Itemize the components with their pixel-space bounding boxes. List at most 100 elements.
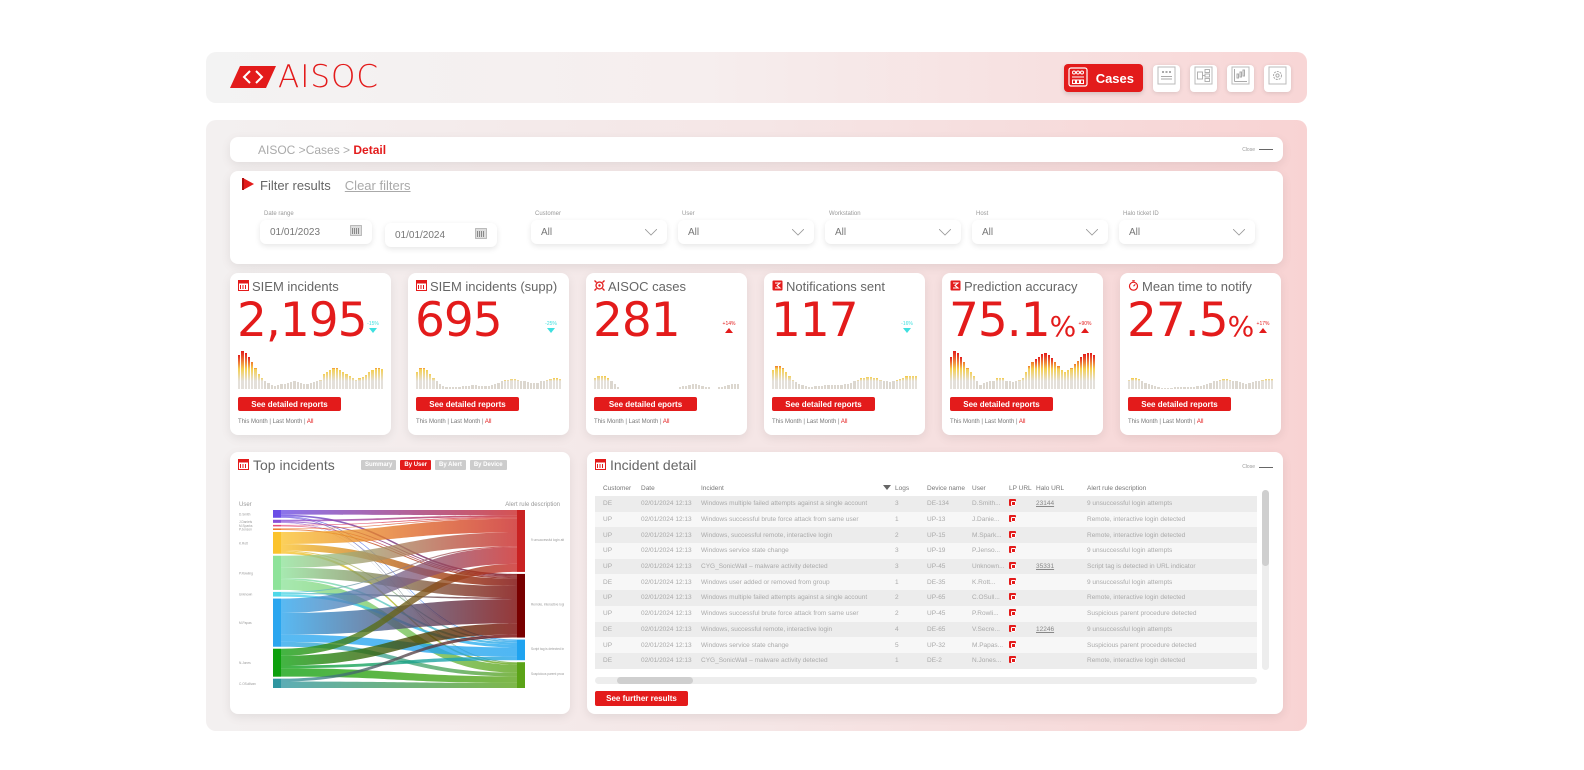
table-row[interactable]: UP 02/01/2024 12:13 CYG_SonicWall – malwar… — [595, 558, 1257, 575]
col-customer[interactable]: Customer — [595, 485, 641, 492]
sankey-user-node[interactable] — [273, 524, 281, 527]
pdf-link-icon[interactable] — [1009, 577, 1016, 585]
horizontal-scrollbar[interactable] — [595, 677, 1257, 684]
pdf-link-icon[interactable] — [1009, 609, 1016, 617]
period-this-month[interactable]: This Month — [416, 419, 446, 425]
sankey-user-node[interactable] — [273, 510, 281, 518]
tab-by-alert[interactable]: By Alert — [435, 460, 466, 470]
period-all[interactable]: All — [663, 419, 670, 425]
host-select[interactable]: All — [972, 220, 1108, 244]
sankey-user-node[interactable] — [273, 598, 281, 647]
tab-by-user[interactable]: By User — [400, 460, 432, 470]
period-all[interactable]: All — [841, 419, 848, 425]
cell-halo-url[interactable]: 23144 — [1036, 500, 1087, 507]
pdf-link-icon[interactable] — [1009, 656, 1016, 664]
see-detailed-reports-button[interactable]: See detailed eports — [594, 397, 697, 411]
user-select[interactable]: All — [678, 220, 814, 244]
horizontal-scroll-thumb[interactable] — [617, 677, 693, 684]
period-all[interactable]: All — [307, 419, 314, 425]
halo-ticket-select[interactable]: All — [1119, 220, 1255, 244]
sankey-user-node[interactable] — [273, 555, 281, 590]
period-all[interactable]: All — [1197, 419, 1204, 425]
customer-select[interactable]: All — [531, 220, 667, 244]
breadcrumb-close-button[interactable]: Close — [1242, 147, 1273, 153]
col-incident[interactable]: Incident — [701, 485, 883, 492]
sankey-link[interactable] — [281, 510, 517, 516]
col-date[interactable]: Date — [641, 485, 701, 492]
period-all[interactable]: All — [485, 419, 492, 425]
pdf-link-icon[interactable] — [1009, 640, 1016, 648]
nav-cases-button[interactable]: Cases — [1063, 64, 1143, 92]
period-this-month[interactable]: This Month — [238, 419, 268, 425]
period-this-month[interactable]: This Month — [772, 419, 802, 425]
sankey-alert-node[interactable] — [517, 573, 525, 638]
table-row[interactable]: UP 02/01/2024 12:13 Windows service state … — [595, 637, 1257, 653]
period-this-month[interactable]: This Month — [1128, 419, 1158, 425]
clear-filters-link[interactable]: Clear filters — [345, 178, 411, 193]
see-detailed-reports-button[interactable]: See detailed reports — [950, 397, 1053, 411]
pdf-link-icon[interactable] — [1009, 562, 1016, 570]
period-this-month[interactable]: This Month — [594, 419, 624, 425]
see-detailed-reports-button[interactable]: See detailed reports — [238, 397, 341, 411]
col-alert-rule[interactable]: Alert rule description — [1087, 485, 1257, 492]
see-detailed-reports-button[interactable]: See detailed reports — [772, 397, 875, 411]
see-detailed-reports-button[interactable]: See detailed reports — [416, 397, 519, 411]
sort-desc-icon[interactable] — [883, 484, 895, 492]
col-device-name[interactable]: Device name — [927, 485, 972, 492]
cell-halo-url[interactable]: 12246 — [1036, 626, 1087, 633]
col-logs[interactable]: Logs — [895, 485, 927, 492]
table-row[interactable]: UP 02/01/2024 12:13 Windows service state … — [595, 543, 1257, 559]
pdf-link-icon[interactable] — [1009, 546, 1016, 554]
sankey-alert-node[interactable] — [517, 662, 525, 688]
col-halo-url[interactable]: Halo URL — [1036, 485, 1087, 492]
pdf-link-icon[interactable] — [1009, 624, 1016, 632]
period-last-month[interactable]: Last Month — [1163, 419, 1193, 425]
see-detailed-reports-button[interactable]: See detailed reports — [1128, 397, 1231, 411]
breadcrumb-cases[interactable]: Cases — [306, 143, 340, 157]
tab-by-device[interactable]: By Device — [469, 460, 507, 470]
pdf-link-icon[interactable] — [1009, 499, 1016, 507]
sankey-user-node[interactable] — [273, 531, 281, 554]
sankey-link[interactable] — [281, 668, 517, 683]
period-this-month[interactable]: This Month — [950, 419, 980, 425]
cell-halo-url[interactable]: 35331 — [1036, 563, 1087, 570]
nav-dashboard-button[interactable] — [1153, 64, 1180, 92]
table-row[interactable]: DE 02/01/2024 12:13 CYG_SonicWall – malwar… — [595, 652, 1257, 669]
col-user[interactable]: User — [972, 485, 1009, 492]
period-last-month[interactable]: Last Month — [451, 419, 481, 425]
nav-chart-button[interactable] — [1227, 64, 1254, 92]
nav-network-button[interactable] — [1190, 64, 1217, 92]
date-from-input[interactable]: 01/01/2023 — [260, 220, 372, 244]
table-row[interactable]: UP 02/01/2024 12:13 Windows multiple faile… — [595, 590, 1257, 606]
sankey-alert-node[interactable] — [517, 639, 525, 661]
sankey-user-node[interactable] — [273, 678, 281, 688]
incident-detail-close-button[interactable]: Close — [1242, 464, 1273, 470]
table-row[interactable]: DE 02/01/2024 12:13 Windows, successful re… — [595, 621, 1257, 638]
calendar-icon[interactable] — [475, 228, 487, 242]
calendar-icon[interactable] — [350, 225, 362, 239]
table-row[interactable]: UP 02/01/2024 12:13 Windows successful bru… — [595, 605, 1257, 622]
sankey-user-node[interactable] — [273, 519, 281, 523]
vertical-scroll-thumb[interactable] — [1262, 490, 1269, 566]
table-row[interactable]: DE 02/01/2024 12:13 Windows user added or … — [595, 574, 1257, 591]
period-all[interactable]: All — [1019, 419, 1026, 425]
table-row[interactable]: DE 02/01/2024 12:13 Windows multiple faile… — [595, 496, 1257, 512]
see-further-results-button[interactable]: See further results — [595, 691, 688, 706]
sankey-user-node[interactable] — [273, 648, 281, 677]
sankey-alert-node[interactable] — [517, 510, 525, 572]
date-to-input[interactable]: 01/01/2024 — [385, 223, 497, 247]
breadcrumb-root[interactable]: AISOC — [258, 143, 295, 157]
pdf-link-icon[interactable] — [1009, 530, 1016, 538]
sankey-user-node[interactable] — [273, 591, 281, 597]
logo[interactable]: AISOC — [230, 62, 379, 93]
col-lp-url[interactable]: LP URL — [1009, 485, 1036, 492]
period-last-month[interactable]: Last Month — [807, 419, 837, 425]
period-last-month[interactable]: Last Month — [273, 419, 303, 425]
pdf-link-icon[interactable] — [1009, 515, 1016, 523]
tab-summary[interactable]: Summary — [361, 460, 397, 470]
workstation-select[interactable]: All — [825, 220, 961, 244]
period-last-month[interactable]: Last Month — [985, 419, 1015, 425]
pdf-link-icon[interactable] — [1009, 593, 1016, 601]
table-row[interactable]: UP 02/01/2024 12:13 Windows successful bru… — [595, 511, 1257, 528]
period-last-month[interactable]: Last Month — [629, 419, 659, 425]
